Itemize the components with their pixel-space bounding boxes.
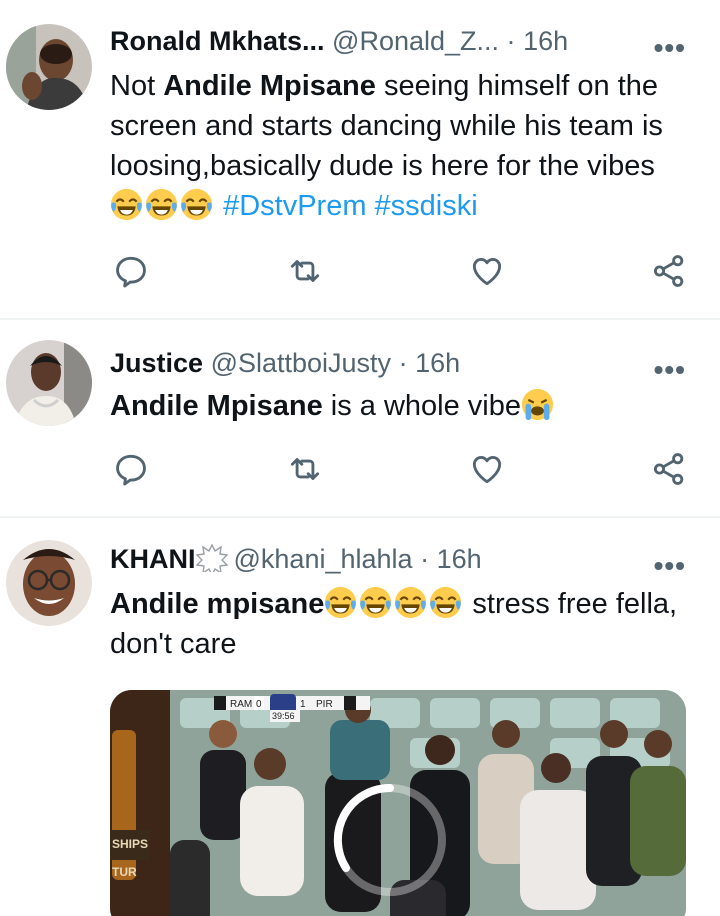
text-bold: Andile mpisane (110, 588, 325, 620)
match-clock: 39:56 (272, 711, 295, 721)
avatar[interactable] (6, 340, 92, 426)
display-name[interactable]: KHANI (110, 544, 196, 574)
user-handle[interactable]: @SlattboiJusty (211, 348, 391, 378)
user-handle[interactable]: @Ronald_Z... (332, 26, 499, 56)
separator-dot: · (398, 348, 408, 378)
home-team: RAM (230, 699, 252, 710)
laughing-emoji (145, 188, 178, 221)
text-rest: is a whole vibe (322, 390, 521, 422)
more-icon[interactable]: ••• (654, 34, 686, 62)
share-icon[interactable] (650, 252, 688, 290)
away-score: 1 (300, 699, 306, 710)
more-icon[interactable]: ••• (654, 356, 686, 384)
display-name[interactable]: Justice (110, 348, 203, 378)
avatar[interactable] (6, 540, 92, 626)
tweet-header: Justice @SlattboiJusty · 16h (110, 348, 460, 379)
tweet-text: Andile mpisane stress free fella, don't … (110, 584, 700, 664)
laughing-emoji (359, 586, 392, 619)
sign-text: TUR (112, 865, 137, 879)
reply-icon[interactable] (112, 450, 150, 488)
tweet-header: KHANI @khani_hlahla · 16h (110, 543, 482, 577)
text-bold: Andile Mpisane (163, 70, 376, 102)
reply-icon[interactable] (112, 252, 150, 290)
sign-text: SHIPS (112, 837, 148, 851)
retweet-icon[interactable] (286, 450, 324, 488)
avatar[interactable] (6, 24, 92, 110)
tweet-text: Andile Mpisane is a whole vibe (110, 386, 700, 426)
tweet-ronald[interactable]: Ronald Mkhats... @Ronald_Z... · 16h ••• … (0, 0, 720, 318)
timestamp[interactable]: 16h (437, 544, 482, 574)
hashtag-link[interactable]: #DstvPrem (223, 190, 366, 222)
retweet-icon[interactable] (286, 252, 324, 290)
timestamp[interactable]: 16h (523, 26, 568, 56)
user-handle[interactable]: @khani_hlahla (234, 544, 413, 574)
laughing-emoji (110, 188, 143, 221)
share-icon[interactable] (650, 450, 688, 488)
separator-dot: · (420, 544, 430, 574)
crying-emoji (521, 388, 554, 421)
text-bold: Andile Mpisane (110, 390, 323, 422)
separator-dot: · (506, 26, 516, 56)
anger-symbol-icon (195, 543, 228, 577)
laughing-emoji (394, 586, 427, 619)
tweet-actions (110, 450, 700, 490)
like-icon[interactable] (468, 252, 506, 290)
text-prefix: Not (110, 70, 164, 102)
laughing-emoji (324, 586, 357, 619)
display-name[interactable]: Ronald Mkhats... (110, 26, 325, 56)
timestamp[interactable]: 16h (415, 348, 460, 378)
like-icon[interactable] (468, 450, 506, 488)
tweet-header: Ronald Mkhats... @Ronald_Z... · 16h (110, 26, 568, 57)
laughing-emoji (180, 188, 213, 221)
tweet-text: Not Andile Mpisane seeing himself on the… (110, 66, 700, 226)
home-score: 0 (256, 699, 262, 710)
tweet-justice[interactable]: Justice @SlattboiJusty · 16h ••• Andile … (0, 320, 720, 516)
tweet-video[interactable]: SHIPS TUR RAM 0 1 PIR 39:56 (110, 690, 686, 916)
hashtag-link[interactable]: #ssdiski (375, 190, 478, 222)
more-icon[interactable]: ••• (654, 552, 686, 580)
away-team: PIR (316, 699, 333, 710)
tweet-actions (110, 252, 700, 292)
laughing-emoji (429, 586, 462, 619)
